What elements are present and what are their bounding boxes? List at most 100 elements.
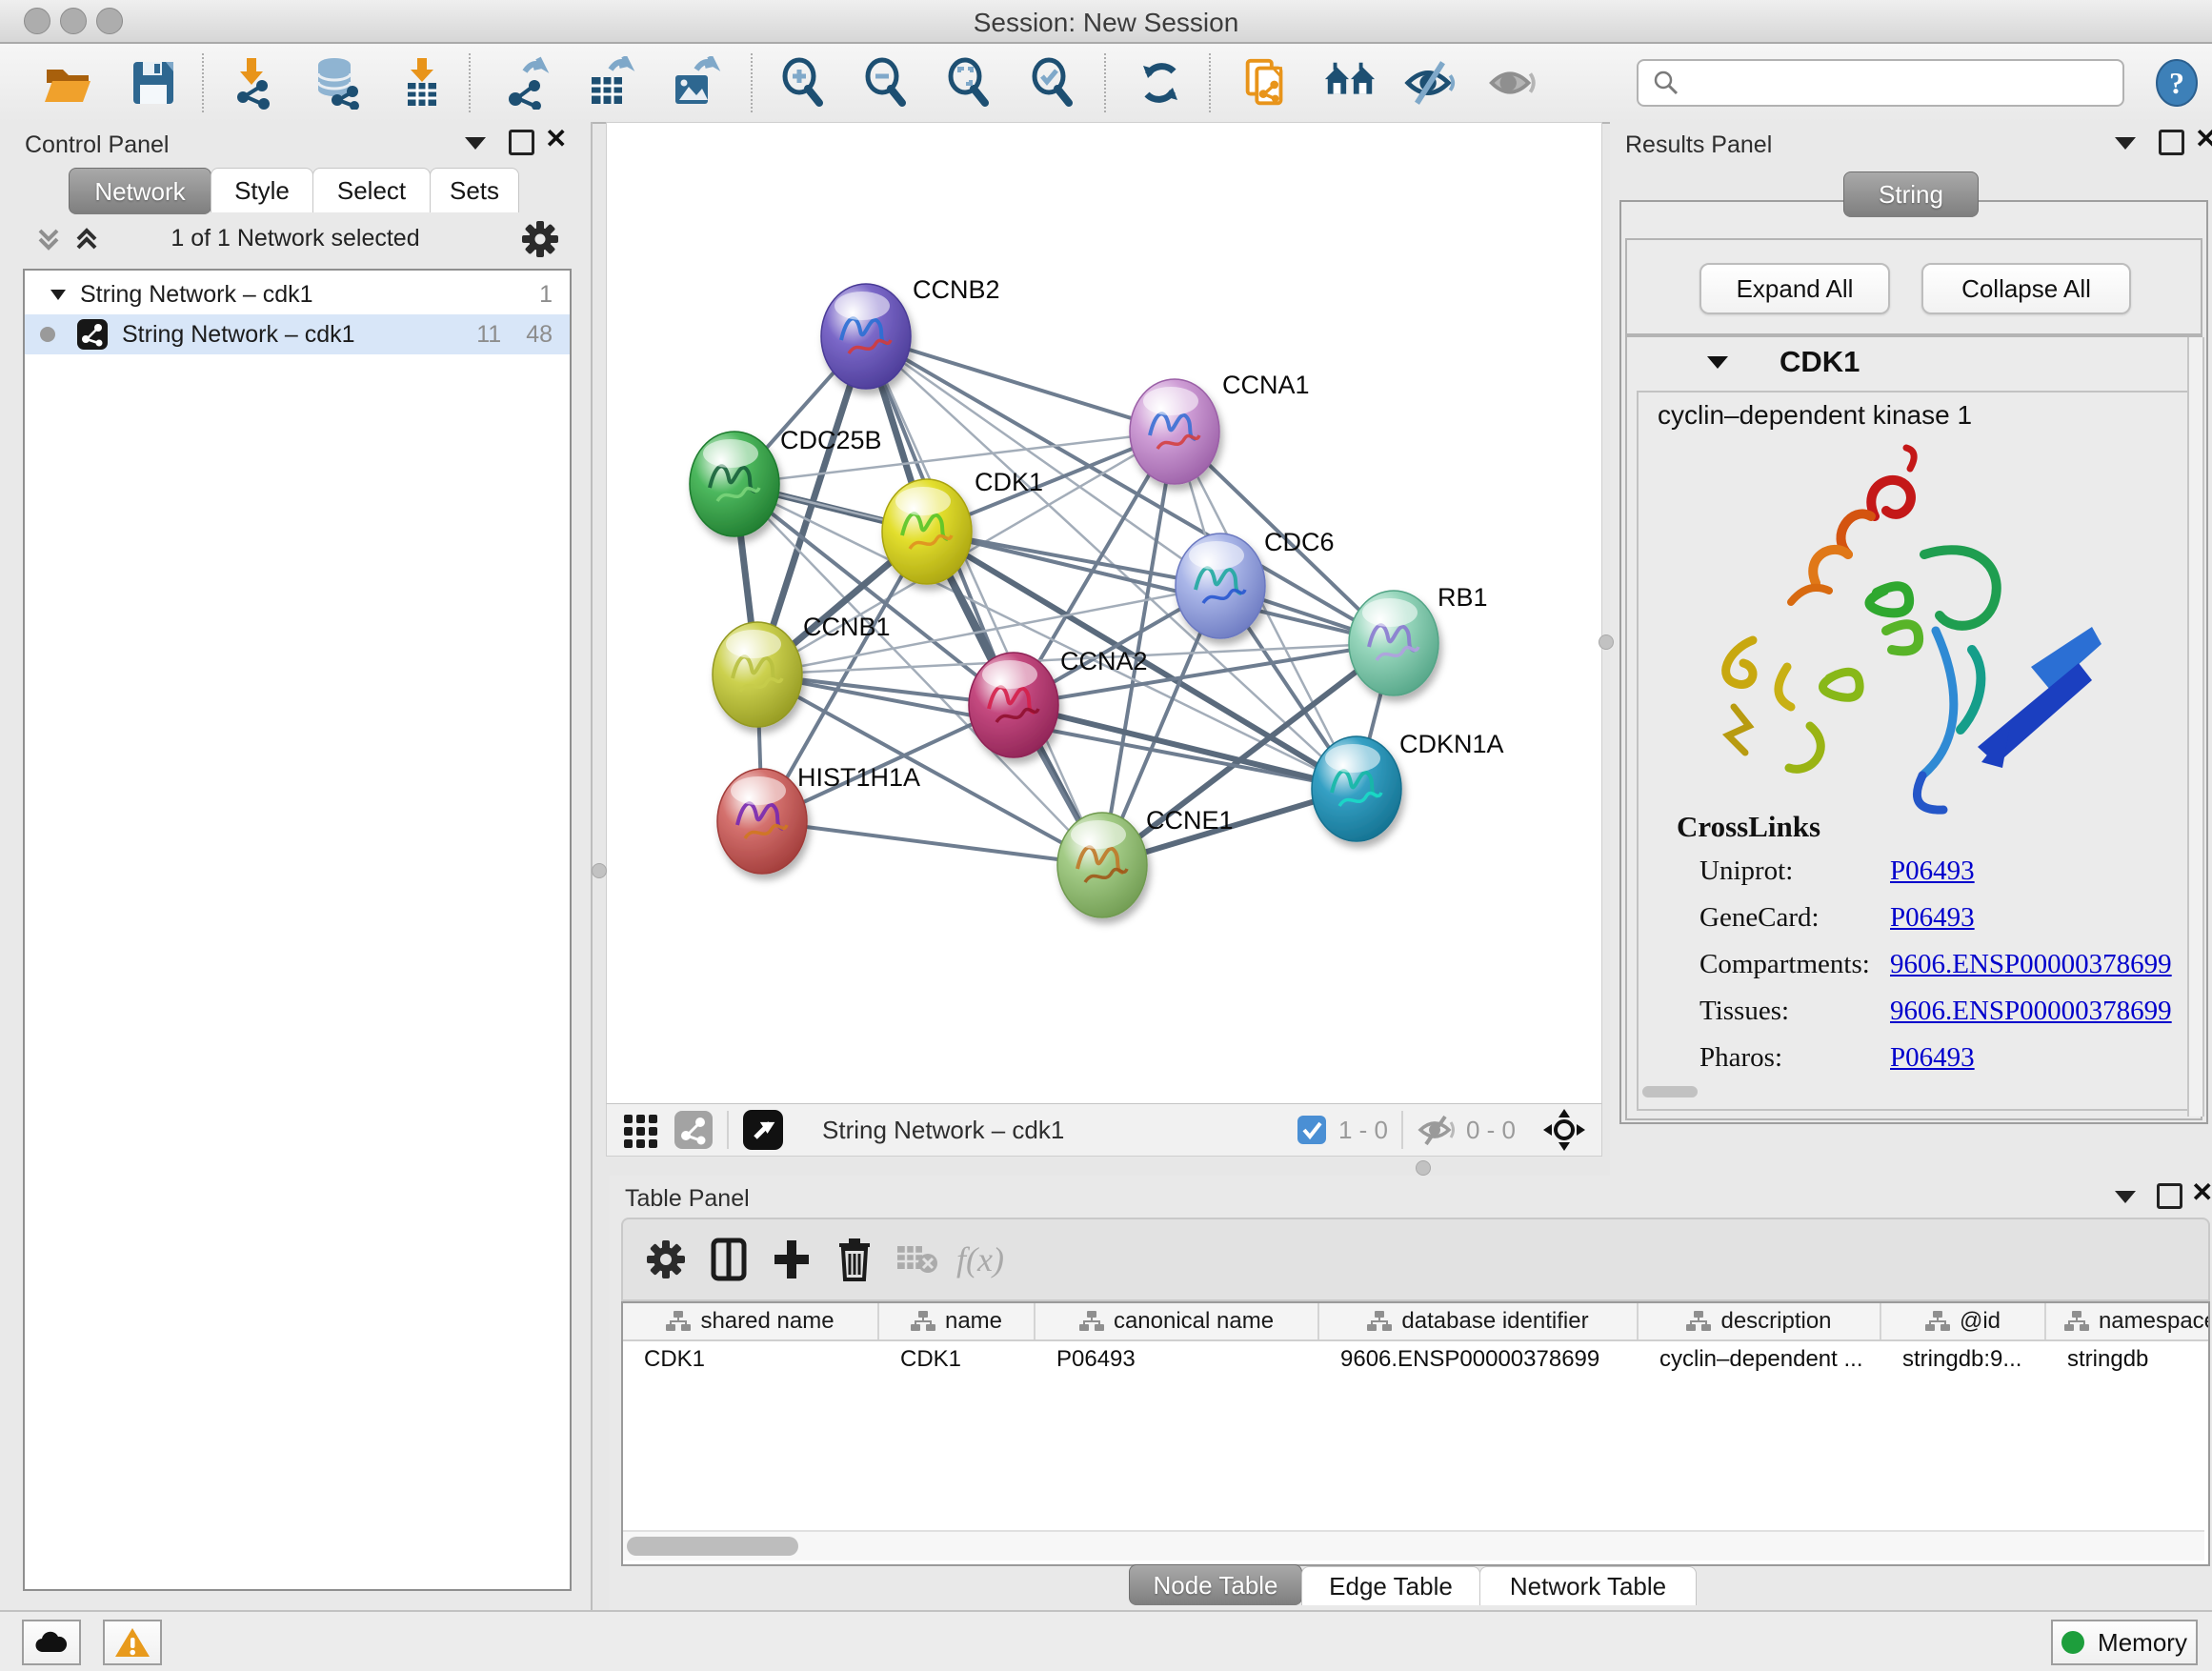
export-table-icon[interactable]: [583, 55, 638, 111]
network-node[interactable]: [1130, 379, 1219, 484]
show-columns-icon[interactable]: [697, 1231, 760, 1288]
float-panel-menu-icon[interactable]: [2115, 1191, 2136, 1203]
table-cell[interactable]: cyclin–dependent ...: [1639, 1341, 1881, 1378]
collapse-all-networks-icon[interactable]: [32, 223, 65, 262]
detach-view-icon[interactable]: [742, 1109, 784, 1151]
network-options-gear-icon[interactable]: [520, 219, 560, 264]
expand-all-networks-icon[interactable]: [70, 223, 103, 262]
float-panel-icon[interactable]: [2157, 1183, 2182, 1209]
birds-eye-toggle-icon[interactable]: [1542, 1108, 1586, 1152]
import-table-from-file-icon[interactable]: [394, 55, 450, 111]
open-session-icon[interactable]: [40, 55, 95, 111]
column-header[interactable]: canonical name: [1036, 1303, 1319, 1339]
network-node[interactable]: [969, 653, 1058, 757]
export-image-icon[interactable]: [667, 55, 722, 111]
tab-edge-table[interactable]: Edge Table: [1301, 1566, 1480, 1605]
tab-node-table[interactable]: Node Table: [1129, 1564, 1302, 1605]
left-splitter-handle[interactable]: [592, 863, 607, 878]
column-header[interactable]: namespace: [2046, 1303, 2210, 1339]
refresh-view-icon[interactable]: [1133, 55, 1188, 111]
network-edge[interactable]: [866, 336, 1175, 432]
hidden-eye-icon[interactable]: [1417, 1113, 1457, 1147]
column-header[interactable]: name: [879, 1303, 1036, 1339]
crosslink-link[interactable]: 9606.ENSP00000378699: [1890, 996, 2172, 1042]
network-node[interactable]: [1176, 534, 1265, 638]
column-header[interactable]: shared name: [623, 1303, 879, 1339]
column-header[interactable]: @id: [1881, 1303, 2046, 1339]
tab-string[interactable]: String: [1843, 171, 1979, 217]
table-cell[interactable]: CDK1: [623, 1341, 879, 1378]
table-cell[interactable]: 9606.ENSP00000378699: [1319, 1341, 1639, 1378]
zoom-selected-region-icon[interactable]: [1025, 55, 1080, 111]
network-node[interactable]: [1057, 813, 1147, 917]
save-session-icon[interactable]: [126, 55, 181, 111]
network-node[interactable]: [1349, 591, 1438, 695]
hide-selection-icon[interactable]: [1402, 55, 1458, 111]
network-canvas[interactable]: CCNB2CCNA1CDC25BCDK1CDC6RB1CCNB1CCNA2CDK…: [606, 122, 1602, 1105]
create-column-icon[interactable]: [760, 1231, 823, 1288]
crosslink-link[interactable]: P06493: [1890, 902, 1975, 949]
network-row[interactable]: String Network – cdk1 11 48: [25, 314, 570, 354]
table-hscrollbar-thumb[interactable]: [627, 1537, 798, 1556]
zoom-out-icon[interactable]: [858, 55, 914, 111]
first-neighbors-icon[interactable]: [1322, 55, 1377, 111]
collection-expand-icon[interactable]: [50, 288, 67, 301]
crosslink-link[interactable]: P06493: [1890, 1042, 1975, 1089]
fit-content-icon[interactable]: [941, 55, 996, 111]
network-node[interactable]: [882, 479, 972, 584]
gene-collapse-icon[interactable]: [1707, 356, 1728, 369]
network-edge[interactable]: [1014, 705, 1357, 789]
inner-hscrollbar-thumb[interactable]: [1642, 1086, 1698, 1097]
collapse-all-button[interactable]: Collapse All: [1921, 263, 2131, 314]
help-icon[interactable]: ?: [2149, 55, 2204, 111]
close-panel-icon[interactable]: ✕: [2195, 130, 2212, 149]
new-network-from-selection-icon[interactable]: [1238, 55, 1294, 111]
tab-network-table[interactable]: Network Table: [1479, 1566, 1697, 1605]
crosslink-link[interactable]: 9606.ENSP00000378699: [1890, 949, 2172, 996]
network-edge[interactable]: [762, 821, 1102, 865]
column-header[interactable]: database identifier: [1319, 1303, 1639, 1339]
results-vscrollbar[interactable]: [2187, 337, 2204, 1117]
float-panel-menu-icon[interactable]: [2115, 137, 2136, 150]
network-collection-row[interactable]: String Network – cdk1 1: [25, 274, 570, 314]
network-node[interactable]: [713, 622, 802, 727]
close-panel-icon[interactable]: ✕: [545, 130, 567, 149]
column-header[interactable]: description: [1639, 1303, 1881, 1339]
zoom-in-icon[interactable]: [775, 55, 831, 111]
network-node[interactable]: [821, 284, 911, 389]
show-all-icon[interactable]: [1486, 55, 1541, 111]
tab-select[interactable]: Select: [312, 168, 431, 212]
cloud-status-button[interactable]: [22, 1620, 81, 1665]
expand-all-button[interactable]: Expand All: [1699, 263, 1890, 314]
network-node[interactable]: [717, 769, 807, 874]
table-settings-gear-icon[interactable]: [634, 1231, 697, 1288]
float-panel-icon[interactable]: [2159, 130, 2184, 155]
import-network-from-database-icon[interactable]: [309, 55, 364, 111]
table-cell[interactable]: P06493: [1036, 1341, 1319, 1378]
network-overview-icon[interactable]: [674, 1110, 714, 1150]
delete-column-icon[interactable]: [823, 1231, 886, 1288]
export-network-icon[interactable]: [499, 55, 554, 111]
grid-view-icon[interactable]: [622, 1111, 660, 1149]
table-cell[interactable]: stringdb: [2046, 1341, 2210, 1378]
tab-sets[interactable]: Sets: [430, 168, 519, 212]
table-cell[interactable]: CDK1: [879, 1341, 1036, 1378]
memory-button[interactable]: Memory: [2051, 1620, 2198, 1665]
table-cell[interactable]: stringdb:9...: [1881, 1341, 2046, 1378]
float-panel-menu-icon[interactable]: [465, 137, 486, 150]
network-node[interactable]: [690, 432, 779, 536]
selected-checkbox-icon[interactable]: [1297, 1115, 1327, 1145]
float-panel-icon[interactable]: [509, 130, 534, 155]
right-splitter-handle[interactable]: [1599, 634, 1614, 650]
warnings-button[interactable]: [103, 1620, 162, 1665]
network-node[interactable]: [1312, 736, 1401, 841]
tab-style[interactable]: Style: [211, 168, 313, 212]
tab-network[interactable]: Network: [69, 168, 211, 214]
delete-table-icon[interactable]: [886, 1231, 949, 1288]
function-builder-icon[interactable]: f(x): [949, 1231, 1012, 1288]
import-network-from-file-icon[interactable]: [225, 55, 280, 111]
close-panel-icon[interactable]: ✕: [2191, 1183, 2212, 1202]
bottom-splitter-handle[interactable]: [1416, 1160, 1431, 1176]
crosslink-link[interactable]: P06493: [1890, 856, 1975, 902]
search-input[interactable]: [1690, 64, 2122, 102]
